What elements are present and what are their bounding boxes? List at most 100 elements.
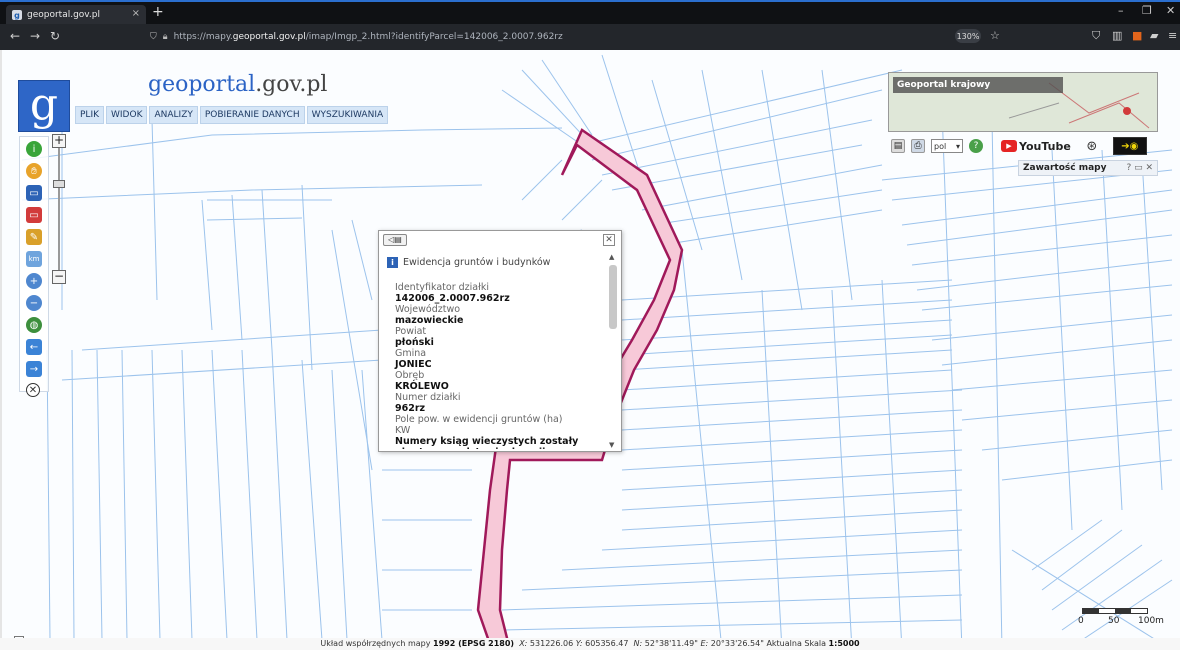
map-content-panel[interactable]: Zawartość mapy ? ▭ ✕ [1018, 160, 1158, 176]
language-select[interactable]: pol ▾ [931, 139, 963, 153]
browser-nav-bar: ← → ↻ ⛉ 🔒︎ https://mapy. geoportal.gov.pl… [0, 24, 1180, 50]
scroll-down-icon[interactable]: ▼ [609, 441, 614, 449]
zoom-slider-minus-button[interactable]: − [52, 270, 66, 284]
scale-value: 1:5000 [828, 639, 860, 648]
reload-icon[interactable]: ↻ [50, 29, 60, 43]
shield-icon: ⛉ [150, 32, 157, 42]
maximize-icon[interactable]: ❐ [1142, 4, 1152, 17]
pan-hand-icon[interactable]: ✋︎ [26, 163, 42, 179]
field-label-wojewodztwo: Województwo [395, 304, 461, 315]
map-toolbar: i ✋︎ ▭ ▭ ✎ km + − ◍ ← → ✕ [19, 136, 49, 397]
menu-wyszukiwania[interactable]: WYSZUKIWANIA [306, 106, 389, 124]
help-icon[interactable]: ? [969, 139, 983, 153]
back-icon[interactable]: ← [10, 29, 20, 43]
extensions-icon[interactable]: ▰ [1150, 29, 1158, 42]
next-view-icon[interactable]: → [26, 361, 42, 377]
zoom-box-out-icon[interactable]: ▭ [26, 207, 42, 223]
menu-analizy[interactable]: ANALIZY [149, 106, 198, 124]
bookmark-star-icon[interactable]: ☆ [990, 29, 1000, 42]
menu-icon[interactable]: ≡ [1168, 29, 1177, 42]
popup-section-title: Ewidencja gruntów i budynków [403, 257, 551, 268]
field-value-numer-dzialki: 962rz [395, 403, 426, 414]
crs-label: Układ współrzędnych mapy [320, 639, 431, 648]
field-label-kw: KW [395, 425, 411, 436]
field-value-gmina: JONIEC [395, 359, 432, 370]
field-label-pole-pow: Pole pow. w ewidencji gruntów (ha) [395, 414, 563, 425]
lock-icon: 🔒︎ [162, 32, 168, 42]
scale-bar-label-50: 50 [1108, 616, 1120, 626]
y-label: Y: [575, 639, 583, 648]
menu-plik[interactable]: PLIK [75, 106, 104, 124]
site-title: geoportal.gov.pl [148, 72, 327, 97]
overview-minimap[interactable]: Geoportal krajowy [888, 72, 1158, 132]
coordinates-status-bar: Układ współrzędnych mapy 1992 (EPSG 2180… [0, 638, 1180, 650]
clear-icon[interactable]: ✕ [26, 383, 40, 397]
popup-header: ◁▤ ✕ [379, 231, 621, 249]
field-value-powiat: płoński [395, 337, 434, 348]
forward-icon[interactable]: → [30, 29, 40, 43]
address-bar[interactable]: ⛉ 🔒︎ https://mapy. geoportal.gov.pl/imap/… [150, 28, 1000, 46]
reader-icon[interactable]: ▥ [1112, 29, 1122, 42]
e-label: E: [700, 639, 709, 648]
scale-bar: 0 50 100m [1078, 608, 1168, 628]
zoom-in-icon[interactable]: + [26, 273, 42, 289]
popup-section-header: i Ewidencja gruntów i budynków [387, 257, 609, 268]
x-label: X: [519, 639, 528, 648]
contrast-eye-icon[interactable]: ➔◉ [1112, 137, 1147, 155]
n-label: N: [633, 639, 643, 648]
previous-view-icon[interactable]: ← [26, 339, 42, 355]
field-label-numer-dzialki: Numer działki [395, 392, 461, 403]
scale-bar-graphic [1082, 608, 1148, 614]
field-label-gmina: Gmina [395, 348, 427, 359]
measure-ruler-icon[interactable]: km [26, 251, 42, 267]
close-window-icon[interactable]: ✕ [1166, 4, 1175, 17]
draw-pencil-icon[interactable]: ✎ [26, 229, 42, 245]
map-viewport[interactable]: g geoportal.gov.pl PLIK WIDOK ANALIZY PO… [0, 50, 1180, 650]
scroll-up-icon[interactable]: ▲ [609, 253, 614, 261]
accessibility-icon[interactable]: ⊛ [1085, 139, 1099, 154]
extension-icon[interactable]: ■ [1132, 29, 1142, 42]
menu-widok[interactable]: WIDOK [106, 106, 148, 124]
y-value: 605356.47 [585, 639, 629, 648]
geoportal-logo[interactable]: g [18, 80, 70, 132]
map-content-title: Zawartość mapy [1023, 163, 1107, 173]
layers-icon[interactable]: ▤ [891, 139, 905, 153]
panel-controls[interactable]: ? ▭ ✕ [1126, 163, 1153, 173]
field-value-kw: Numery ksiąg wieczystych zostały ukryte … [395, 436, 579, 449]
url-domain: geoportal.gov.pl [232, 32, 306, 42]
print-icon[interactable]: ⎙ [911, 139, 925, 153]
zoom-slider-handle[interactable] [53, 180, 65, 188]
popup-body: i Ewidencja gruntów i budynków Identyfik… [387, 257, 609, 449]
minimize-icon[interactable]: – [1118, 4, 1124, 17]
n-value: 52°38'11.49" [644, 639, 698, 648]
identify-info-icon[interactable]: i [26, 141, 42, 157]
minimap-title: Geoportal krajowy [893, 77, 1063, 93]
new-tab-button[interactable]: + [152, 4, 164, 20]
zoom-slider-track[interactable] [58, 148, 60, 270]
zoom-level-badge[interactable]: 130% [955, 29, 981, 43]
youtube-label: YouTube [1019, 139, 1071, 153]
popup-scrollbar[interactable]: ▲ ▼ [609, 253, 617, 449]
full-extent-globe-icon[interactable]: ◍ [26, 317, 42, 333]
popup-scrollbar-thumb[interactable] [609, 265, 617, 329]
youtube-link[interactable]: ▶ YouTube [1001, 140, 1071, 153]
parcel-info-popup: ◁▤ ✕ i Ewidencja gruntów i budynków Iden… [378, 230, 622, 452]
zoom-slider[interactable]: + − [52, 134, 66, 284]
popup-close-icon[interactable]: ✕ [603, 234, 615, 246]
site-favicon-icon: g [12, 10, 22, 20]
browser-tab[interactable]: g geoportal.gov.pl × [6, 5, 146, 25]
tab-close-button[interactable]: × [132, 8, 140, 19]
scale-label: Aktualna Skala [766, 639, 826, 648]
zoom-slider-plus-button[interactable]: + [52, 134, 66, 148]
top-right-toolbar: ▤ ⎙ pol ▾ ? ▶ YouTube ⊛ ➔◉ [891, 136, 1180, 156]
zoom-box-in-icon[interactable]: ▭ [26, 185, 42, 201]
zoom-out-icon[interactable]: − [26, 295, 42, 311]
field-label-powiat: Powiat [395, 326, 427, 337]
url-path: /imap/Imgp_2.html?identifyParcel=142006_… [305, 32, 563, 42]
pocket-icon[interactable]: ⛉ [1092, 29, 1100, 43]
main-menu: PLIK WIDOK ANALIZY POBIERANIE DANYCH WYS… [75, 106, 389, 124]
popup-list-toggle-icon[interactable]: ◁▤ [383, 234, 407, 246]
field-value-identyfikator: 142006_2.0007.962rz [395, 293, 510, 304]
menu-pobieranie-danych[interactable]: POBIERANIE DANYCH [199, 106, 305, 124]
crs-value: 1992 (EPSG 2180) [433, 639, 515, 648]
